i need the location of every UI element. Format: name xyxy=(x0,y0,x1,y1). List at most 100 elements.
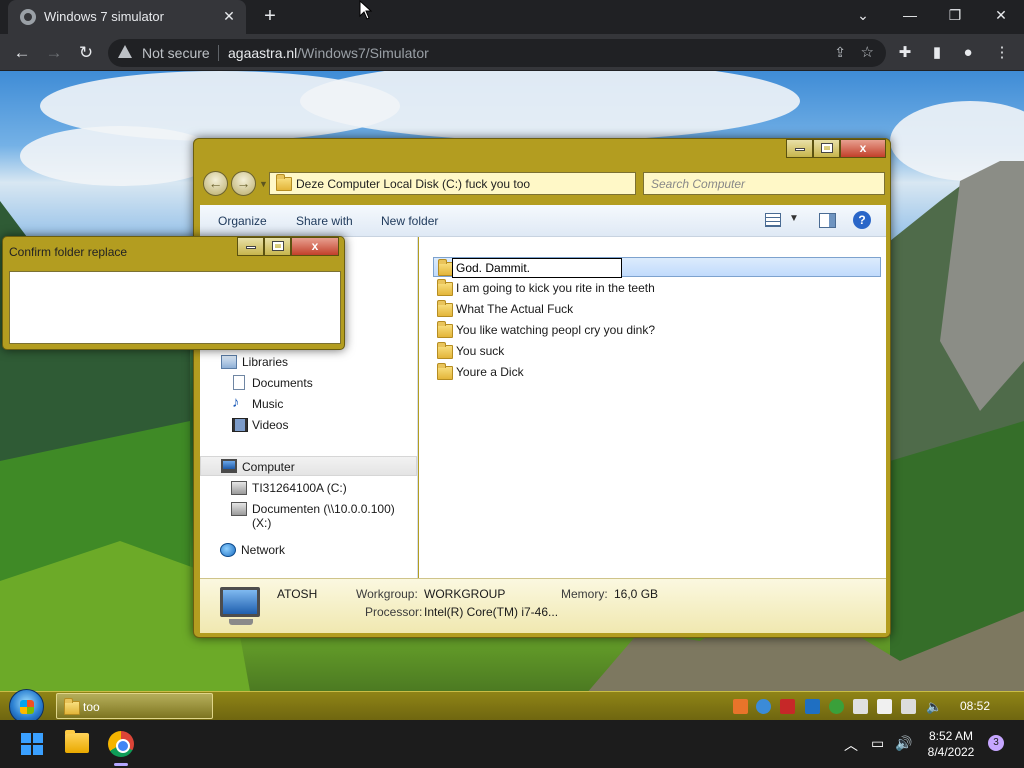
command-bar: Organize Share with New folder ▼ ? xyxy=(200,205,886,237)
nav-label: Documenten (\\10.0.0.100) (X:) xyxy=(252,502,395,530)
folder-item[interactable]: I am going to kick you rite in the teeth xyxy=(433,278,881,298)
taskbar-task-explorer[interactable]: too xyxy=(56,693,213,719)
win7-clock[interactable]: 08:52 xyxy=(960,699,990,713)
dialog-maximize-button[interactable] xyxy=(264,237,291,256)
rename-input[interactable] xyxy=(452,258,622,278)
back-icon[interactable]: ← xyxy=(10,41,34,65)
dialog-title: Confirm folder replace xyxy=(9,245,128,259)
folder-content-pane: I am going to kick you rite in the teeth… xyxy=(419,237,886,578)
chrome-icon[interactable] xyxy=(108,731,134,757)
forward-arrow-icon[interactable]: → xyxy=(231,171,256,196)
reload-icon[interactable]: ↻ xyxy=(74,41,98,65)
nav-item-drive-x[interactable]: Documenten (\\10.0.0.100) (X:) xyxy=(200,499,417,530)
extensions-icon[interactable]: ✚ xyxy=(895,43,915,63)
tray-clipboard-icon[interactable] xyxy=(877,699,892,714)
file-explorer-icon[interactable] xyxy=(65,730,89,753)
volume-icon[interactable]: 🔊 xyxy=(895,735,912,752)
windows-start-icon[interactable] xyxy=(21,733,43,755)
security-label[interactable]: Not secure xyxy=(142,45,210,61)
preview-pane-icon[interactable] xyxy=(819,213,836,228)
nav-item-videos[interactable]: Videos xyxy=(200,415,417,435)
tray-display-icon[interactable] xyxy=(901,699,916,714)
nav-item-documents[interactable]: Documents xyxy=(200,373,417,393)
nav-item-computer[interactable]: Computer xyxy=(200,456,417,476)
address-separator xyxy=(218,45,219,61)
processor-label: Processor: xyxy=(365,605,423,619)
win11-clock[interactable]: 8:52 AM 8/4/2022 xyxy=(920,728,982,760)
hard-drive-icon xyxy=(231,481,247,495)
url-text[interactable]: agaastra.nl/Windows7/Simulator xyxy=(228,45,429,61)
computer-icon xyxy=(221,459,237,473)
tray-check-icon[interactable] xyxy=(829,699,844,714)
tab-title: Windows 7 simulator xyxy=(44,9,164,24)
dialog-close-button[interactable]: x xyxy=(291,237,339,256)
url-host: agaastra.nl xyxy=(228,45,298,61)
bookmark-star-icon[interactable]: ☆ xyxy=(861,43,874,61)
folder-item[interactable]: You suck xyxy=(433,341,881,361)
explorer-maximize-button[interactable] xyxy=(813,139,840,158)
browser-tab[interactable]: Windows 7 simulator ✕ xyxy=(8,0,246,34)
folder-item-renaming[interactable] xyxy=(433,257,881,278)
music-note-icon: ♪ xyxy=(232,394,240,411)
tab-search-icon[interactable]: ⌄ xyxy=(849,4,877,26)
maximize-icon xyxy=(821,143,833,153)
minimize-icon[interactable]: — xyxy=(896,4,924,26)
close-window-icon[interactable]: ✕ xyxy=(987,4,1015,26)
address-breadcrumb[interactable]: Deze Computer Local Disk (C:) fuck you t… xyxy=(269,172,636,195)
folder-item[interactable]: Youre a Dick xyxy=(433,362,881,382)
network-drive-icon xyxy=(231,502,247,516)
tray-pdf-icon[interactable] xyxy=(780,699,795,714)
start-orb-icon[interactable] xyxy=(9,689,44,724)
new-tab-button[interactable]: + xyxy=(259,5,281,27)
show-hidden-icons-icon[interactable]: ︿ xyxy=(844,735,858,755)
share-icon[interactable]: ⇪ xyxy=(834,44,846,61)
folder-name: You suck xyxy=(456,344,505,358)
tray-volume-icon[interactable]: 🔈 xyxy=(926,699,942,714)
tray-outlook-icon[interactable] xyxy=(805,699,820,714)
dialog-minimize-button[interactable] xyxy=(237,237,264,256)
folder-icon xyxy=(437,342,453,359)
tray-flag-icon[interactable] xyxy=(853,699,868,714)
new-folder-button[interactable]: New folder xyxy=(381,214,438,228)
restore-icon[interactable]: ❐ xyxy=(941,4,969,26)
task-label: too xyxy=(83,700,100,714)
notification-badge[interactable]: 3 xyxy=(988,735,1004,751)
nav-item-libraries[interactable]: Libraries xyxy=(200,352,417,372)
share-with-button[interactable]: Share with xyxy=(296,214,353,228)
forward-icon[interactable]: → xyxy=(42,41,66,65)
globe-icon xyxy=(20,9,36,25)
search-placeholder: Search Computer xyxy=(651,177,746,191)
folder-item[interactable]: You like watching peopl cry you dink? xyxy=(433,320,881,340)
organize-button[interactable]: Organize xyxy=(218,214,267,228)
win7-taskbar: too 🔈 08:52 xyxy=(0,689,1024,724)
folder-icon xyxy=(276,174,292,191)
folder-item[interactable]: What The Actual Fuck xyxy=(433,299,881,319)
explorer-close-button[interactable]: x xyxy=(840,139,886,158)
network-status-icon[interactable]: ▭ xyxy=(871,735,884,752)
folder-icon xyxy=(64,698,80,715)
nav-item-drive-c[interactable]: TI31264100A (C:) xyxy=(200,478,417,498)
nav-item-network[interactable]: Network xyxy=(200,540,417,560)
memory-value: 16,0 GB xyxy=(614,587,659,601)
tab-close-icon[interactable]: ✕ xyxy=(220,7,238,25)
back-arrow-icon[interactable]: ← xyxy=(203,171,228,196)
menu-icon[interactable]: ⋮ xyxy=(992,43,1012,63)
view-list-icon[interactable] xyxy=(765,213,781,227)
workgroup-label: Workgroup: xyxy=(356,587,418,601)
help-icon[interactable]: ? xyxy=(853,211,871,229)
tray-app-icon[interactable] xyxy=(733,699,748,714)
nav-label: Network xyxy=(241,543,286,557)
explorer-minimize-button[interactable] xyxy=(786,139,813,158)
search-input[interactable]: Search Computer xyxy=(643,172,885,195)
nav-item-music[interactable]: ♪ Music xyxy=(200,394,417,414)
view-dropdown-icon[interactable]: ▼ xyxy=(789,213,799,224)
side-panel-icon[interactable]: ▮ xyxy=(927,43,947,63)
address-bar[interactable]: Not secure agaastra.nl/Windows7/Simulato… xyxy=(108,39,886,67)
dialog-body xyxy=(9,271,341,344)
minimize-icon xyxy=(246,246,256,249)
browser-toolbar: ← → ↻ Not secure agaastra.nl/Windows7/Si… xyxy=(0,34,1024,71)
profile-icon[interactable]: ● xyxy=(958,43,978,63)
active-app-indicator xyxy=(114,763,128,766)
tray-network-icon[interactable] xyxy=(756,699,771,714)
recent-pages-icon[interactable]: ▼ xyxy=(259,179,268,189)
